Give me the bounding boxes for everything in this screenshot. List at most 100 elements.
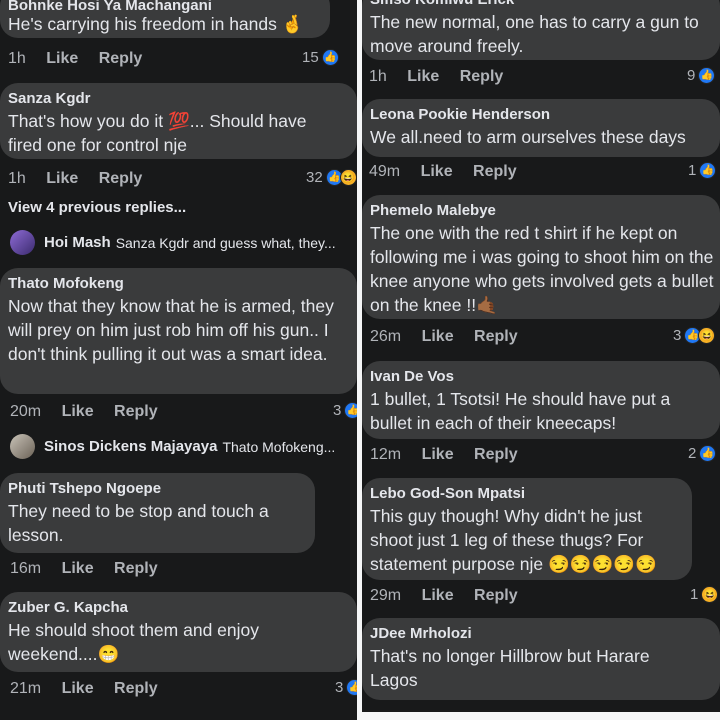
comment-actions: 29m Like Reply: [370, 587, 534, 605]
comment-time: 21m: [10, 680, 42, 697]
haha-reaction-icon: 😆: [698, 327, 716, 344]
reply-author[interactable]: Hoi Mash: [44, 234, 111, 251]
reply-button[interactable]: Reply: [473, 163, 517, 181]
right-comments-column: Sifiso Komiwu Erick The new normal, one …: [362, 0, 720, 720]
reply-preview[interactable]: Hoi Mash Sanza Kgdr and guess what, they…: [10, 230, 336, 255]
like-button[interactable]: Like: [422, 446, 454, 464]
reaction-count: 1: [688, 162, 697, 179]
comment-actions: 21m Like Reply: [10, 680, 174, 698]
like-reaction-icon: 👍: [699, 162, 717, 179]
reaction-count: 1: [690, 586, 699, 603]
comment-text: This guy though! Why didn't he just shoo…: [370, 506, 657, 574]
comment-time: 29m: [370, 587, 402, 604]
reaction-summary[interactable]: 2 👍: [688, 445, 717, 462]
comment-time: 1h: [369, 68, 387, 85]
comment-text: The new normal, one has to carry a gun t…: [370, 12, 699, 56]
reaction-summary[interactable]: 15 👍: [302, 49, 339, 66]
reaction-summary[interactable]: 1 😆: [690, 586, 719, 603]
like-button[interactable]: Like: [46, 170, 78, 188]
reply-button[interactable]: Reply: [114, 680, 158, 698]
comment-bubble: Sifiso Komiwu Erick The new normal, one …: [362, 0, 720, 60]
comment-actions: 49m Like Reply: [369, 163, 533, 181]
comment-author[interactable]: Lebo God-Son Mpatsi: [370, 484, 682, 504]
comment-text: He's carrying his freedom in hands 🤞: [8, 14, 304, 34]
reaction-count: 15: [302, 49, 319, 66]
reply-snippet: Thato Mofokeng...: [222, 438, 336, 455]
comment-actions: 1h Like Reply: [8, 170, 158, 188]
comment-bubble: Phuti Tshepo Ngoepe They need to be stop…: [0, 473, 315, 553]
like-button[interactable]: Like: [62, 680, 94, 698]
like-button[interactable]: Like: [407, 68, 439, 86]
like-reaction-icon: 👍: [346, 679, 357, 696]
reply-button[interactable]: Reply: [99, 50, 143, 68]
comment-time: 20m: [10, 403, 42, 420]
like-button[interactable]: Like: [62, 403, 94, 421]
like-reaction-icon: 👍: [321, 49, 339, 66]
comment-time: 26m: [370, 328, 402, 345]
comment-actions: 16m Like Reply: [10, 560, 174, 578]
comment-bubble: Zuber G. Kapcha He should shoot them and…: [0, 592, 357, 672]
comment-text: 1 bullet, 1 Tsotsi! He should have put a…: [370, 389, 671, 433]
reply-button[interactable]: Reply: [474, 446, 518, 464]
comment-time: 1h: [8, 50, 26, 67]
comment-bubble: Lebo God-Son Mpatsi This guy though! Why…: [362, 478, 692, 580]
reaction-count: 32: [306, 169, 323, 186]
comment-author[interactable]: Phemelo Malebye: [370, 201, 710, 221]
comment-author[interactable]: Leona Pookie Henderson: [370, 105, 710, 125]
reaction-count: 9: [687, 67, 696, 84]
comment-author[interactable]: Sifiso Komiwu Erick: [370, 0, 710, 10]
like-button[interactable]: Like: [46, 50, 78, 68]
comment-bubble: JDee Mrholozi That's no longer Hillbrow …: [362, 618, 720, 700]
comment-text: The one with the red t shirt if he kept …: [370, 223, 714, 315]
comment-bubble: Ivan De Vos 1 bullet, 1 Tsotsi! He shoul…: [362, 361, 720, 439]
comment-author[interactable]: Ivan De Vos: [370, 367, 710, 387]
like-button[interactable]: Like: [422, 587, 454, 605]
comment-actions: 26m Like Reply: [370, 328, 534, 346]
comment-actions: 1h Like Reply: [369, 68, 519, 86]
reaction-count: 2: [688, 445, 697, 462]
like-button[interactable]: Like: [62, 560, 94, 578]
comment-bubble: Leona Pookie Henderson We all.need to ar…: [362, 99, 720, 157]
left-comments-column: Bohnke Hosi Ya Machangani He's carrying …: [0, 0, 357, 720]
view-previous-replies-link[interactable]: View 4 previous replies...: [8, 199, 186, 216]
comment-actions: 12m Like Reply: [370, 446, 534, 464]
comment-author[interactable]: Thato Mofokeng: [8, 274, 347, 294]
reaction-summary[interactable]: 1 👍: [688, 162, 717, 179]
comment-time: 49m: [369, 163, 401, 180]
like-reaction-icon: 👍: [698, 67, 716, 84]
reaction-count: 3: [333, 402, 342, 419]
comment-author[interactable]: Phuti Tshepo Ngoepe: [8, 479, 305, 499]
reply-snippet: Sanza Kgdr and guess what, they...: [115, 234, 336, 251]
reaction-summary[interactable]: 3 👍: [333, 402, 357, 419]
avatar: [10, 434, 35, 459]
like-reaction-icon: 👍: [344, 402, 357, 419]
reply-preview[interactable]: Sinos Dickens Majayaya Thato Mofokeng...: [10, 434, 335, 459]
reply-button[interactable]: Reply: [460, 68, 504, 86]
avatar: [10, 230, 35, 255]
bottom-divider: [362, 712, 720, 720]
comment-bubble: Thato Mofokeng Now that they know that h…: [0, 268, 357, 394]
reaction-summary[interactable]: 3 👍: [335, 679, 357, 696]
reaction-count: 3: [335, 679, 344, 696]
reply-button[interactable]: Reply: [114, 560, 158, 578]
comment-actions: 20m Like Reply: [10, 403, 174, 421]
reaction-summary[interactable]: 32 👍 😆: [306, 169, 357, 186]
comment-text: Now that they know that he is armed, the…: [8, 296, 334, 364]
like-button[interactable]: Like: [422, 328, 454, 346]
comment-author[interactable]: Zuber G. Kapcha: [8, 598, 347, 618]
reply-button[interactable]: Reply: [99, 170, 143, 188]
reply-button[interactable]: Reply: [474, 587, 518, 605]
comment-text: He should shoot them and enjoy weekend..…: [8, 620, 259, 664]
comment-author[interactable]: JDee Mrholozi: [370, 624, 710, 644]
like-reaction-icon: 👍: [699, 445, 717, 462]
reaction-summary[interactable]: 9 👍: [687, 67, 716, 84]
reply-button[interactable]: Reply: [474, 328, 518, 346]
comment-bubble: Sanza Kgdr That's how you do it 💯... Sho…: [0, 83, 357, 159]
reaction-summary[interactable]: 3 👍 😆: [673, 327, 716, 344]
comment-actions: 1h Like Reply: [8, 50, 158, 68]
reply-button[interactable]: Reply: [114, 403, 158, 421]
like-button[interactable]: Like: [421, 163, 453, 181]
comment-author[interactable]: Sanza Kgdr: [8, 89, 347, 109]
reply-author[interactable]: Sinos Dickens Majayaya: [44, 438, 217, 455]
comment-text: That's how you do it 💯... Should have fi…: [8, 111, 307, 155]
